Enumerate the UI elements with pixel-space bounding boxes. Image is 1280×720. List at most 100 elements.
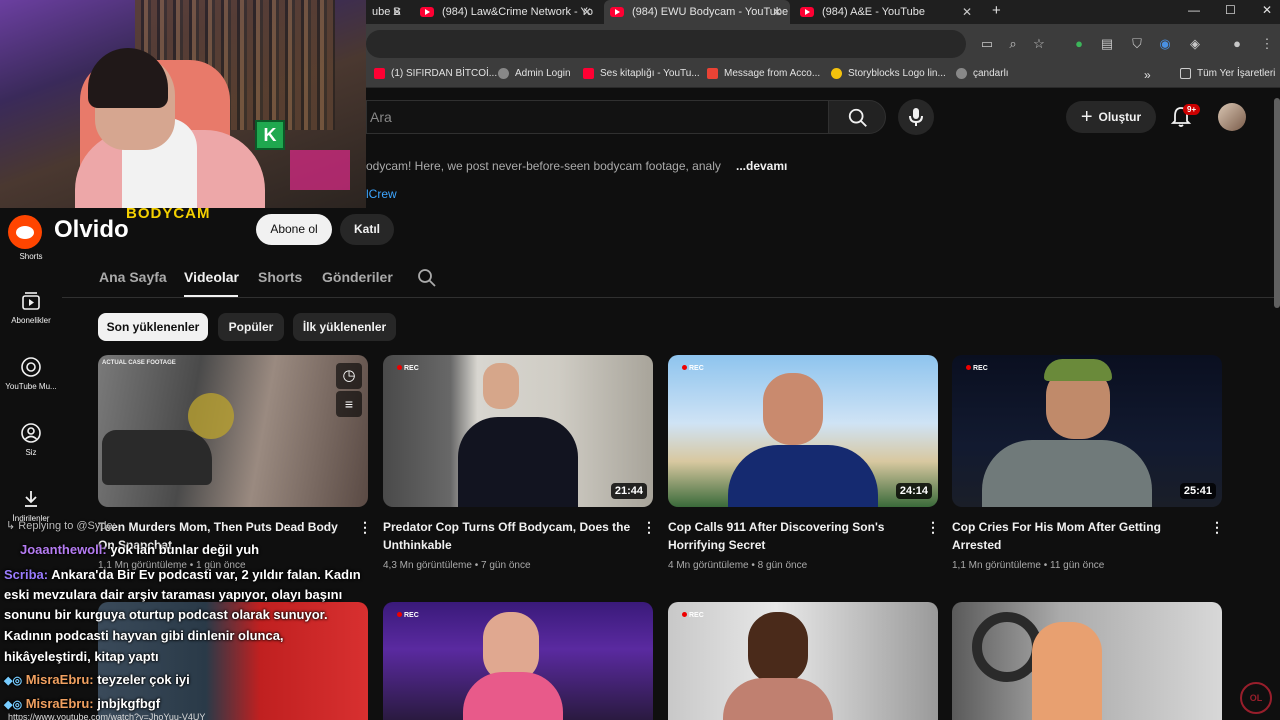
video-meta: 1,1 Mn görüntüleme • 11 gün önce bbox=[952, 560, 1105, 571]
video-thumbnail[interactable]: REC bbox=[383, 602, 653, 720]
video-title[interactable]: Cop Calls 911 After Discovering Son's Ho… bbox=[668, 518, 918, 554]
extension-icon[interactable]: ● bbox=[1072, 37, 1086, 51]
all-bookmarks-label: Tüm Yer İşaretleri bbox=[1197, 68, 1276, 79]
sidebar-item-you[interactable]: Siz bbox=[0, 422, 62, 457]
download-icon bbox=[25, 491, 37, 507]
browser-tab[interactable]: (984) Law&Crime Network - Yo ✕ bbox=[414, 0, 600, 24]
video-menu-icon[interactable]: ⋮ bbox=[642, 519, 656, 536]
video-menu-icon[interactable]: ⋮ bbox=[1210, 519, 1224, 536]
url-field[interactable] bbox=[366, 30, 966, 58]
avatar[interactable] bbox=[1218, 103, 1246, 131]
rec-label: REC bbox=[682, 612, 704, 619]
description-more-link[interactable]: ...devamı bbox=[736, 159, 787, 173]
browser-tab-active[interactable]: (984) EWU Bodycam - YouTube ✕ bbox=[604, 0, 790, 24]
video-thumbnail[interactable]: ACTUAL CASE FOOTAGE ◷ ≡ bbox=[98, 355, 368, 507]
scrollbar[interactable] bbox=[1274, 98, 1280, 308]
close-tab-icon[interactable]: ✕ bbox=[962, 5, 972, 19]
chat-message-cont: Kadının podcasti hayvan gibi dinlenir ol… bbox=[4, 626, 284, 646]
browser-tab[interactable]: (984) A&E - YouTube ✕ bbox=[794, 0, 980, 24]
bookmark-item[interactable]: Storyblocks Logo lin... bbox=[831, 68, 946, 79]
channel-link[interactable]: lCrew bbox=[366, 187, 397, 201]
cast-icon[interactable]: ▭ bbox=[980, 37, 994, 51]
sidebar-item-music[interactable]: YouTube Mu... bbox=[0, 356, 62, 391]
shield-icon[interactable]: ⛉ bbox=[1130, 37, 1144, 51]
maximize-icon[interactable]: ☐ bbox=[1225, 3, 1236, 17]
video-views: 4 Mn görüntüleme bbox=[668, 560, 749, 571]
chat-username: Joaanthewoll: bbox=[20, 542, 107, 557]
channel-search-icon[interactable] bbox=[417, 268, 437, 288]
woman-top bbox=[463, 672, 563, 720]
channel-description: odycam! Here, we post never-before-seen … bbox=[366, 159, 721, 173]
browser-tab[interactable]: ube Bodycam - YouTube ✕ bbox=[366, 0, 410, 24]
minimize-icon[interactable]: — bbox=[1188, 3, 1200, 17]
mic-icon bbox=[909, 108, 923, 126]
video-thumbnail[interactable]: REC bbox=[668, 602, 938, 720]
video-thumbnail[interactable] bbox=[952, 602, 1222, 720]
video-duration: 21:44 bbox=[610, 483, 647, 499]
watch-later-icon[interactable]: ◷ bbox=[336, 363, 362, 389]
sidebar-item-downloads[interactable]: İndirilenler bbox=[0, 488, 62, 523]
channel-logo: BODYCAM bbox=[126, 205, 211, 222]
tab-home[interactable]: Ana Sayfa bbox=[99, 269, 167, 285]
bookmark-label: çandarlı bbox=[973, 68, 1009, 79]
tab-posts[interactable]: Gönderiler bbox=[322, 269, 393, 285]
extension-icon[interactable]: ▤ bbox=[1100, 37, 1114, 51]
officer-body bbox=[458, 417, 578, 507]
tab-shorts[interactable]: Shorts bbox=[258, 269, 302, 285]
video-thumbnail[interactable]: REC 25:41 bbox=[952, 355, 1222, 507]
bookmark-item[interactable]: Message from Acco... bbox=[707, 68, 820, 79]
video-thumbnail[interactable]: REC 21:44 bbox=[383, 355, 653, 507]
tab-label: (984) EWU Bodycam - YouTube bbox=[632, 6, 789, 18]
rec-label: REC bbox=[682, 365, 704, 372]
join-button[interactable]: Katıl bbox=[340, 214, 394, 245]
streamer-name: Olvido bbox=[54, 216, 129, 243]
close-window-icon[interactable]: ✕ bbox=[1262, 3, 1272, 17]
sidebar-item-subscriptions[interactable]: Abonelikler bbox=[0, 290, 62, 325]
bookmark-item[interactable]: Admin Login bbox=[498, 68, 571, 79]
close-tab-icon[interactable]: ✕ bbox=[582, 5, 592, 19]
video-menu-icon[interactable]: ⋮ bbox=[358, 519, 372, 536]
light-decor bbox=[290, 150, 350, 190]
chat-message-cont: sonunu bir kurguya oturtup podcast olara… bbox=[4, 605, 328, 625]
search-input[interactable] bbox=[366, 100, 828, 134]
man-cap bbox=[1044, 359, 1112, 381]
chip-oldest[interactable]: İlk yüklenenler bbox=[293, 313, 396, 341]
subscribe-button[interactable]: Abone ol bbox=[256, 214, 332, 245]
sidebar-item-shorts[interactable]: Shorts bbox=[0, 252, 62, 261]
chip-latest[interactable]: Son yüklenenler bbox=[98, 313, 208, 341]
video-title[interactable]: Cop Cries For His Mom After Getting Arre… bbox=[952, 518, 1202, 554]
chat-text: yok lan bunlar değil yuh bbox=[110, 542, 260, 557]
search-placeholder: Ara bbox=[370, 109, 392, 125]
menu-icon[interactable]: ⋮ bbox=[1260, 37, 1274, 51]
create-label: Oluştur bbox=[1098, 110, 1142, 124]
profile-icon[interactable]: ● bbox=[1230, 37, 1244, 51]
bookmark-item[interactable]: (1) SIFIRDAN BİTCOİ... bbox=[374, 68, 497, 79]
woman-shape bbox=[1032, 622, 1102, 720]
puzzle-icon[interactable]: ◈ bbox=[1188, 37, 1202, 51]
video-menu-icon[interactable]: ⋮ bbox=[926, 519, 940, 536]
video-thumbnail[interactable]: REC 24:14 bbox=[668, 355, 938, 507]
bookmark-item[interactable]: Ses kitaplığı - YouTu... bbox=[583, 68, 700, 79]
tab-videos[interactable]: Videolar bbox=[184, 269, 239, 285]
tab-label: (984) Law&Crime Network - Yo bbox=[442, 6, 594, 18]
audio-icon[interactable]: ◉ bbox=[1158, 37, 1172, 51]
star-icon[interactable]: ☆ bbox=[1032, 37, 1046, 51]
chip-popular[interactable]: Popüler bbox=[218, 313, 284, 341]
voice-search-button[interactable] bbox=[898, 99, 934, 135]
create-button[interactable]: + Oluştur bbox=[1066, 101, 1156, 133]
video-duration: 24:14 bbox=[895, 483, 932, 499]
all-bookmarks[interactable]: Tüm Yer İşaretleri bbox=[1180, 68, 1275, 79]
close-tab-icon[interactable]: ✕ bbox=[392, 5, 402, 19]
add-to-queue-icon[interactable]: ≡ bbox=[336, 391, 362, 417]
search-button[interactable] bbox=[828, 100, 886, 134]
video-title[interactable]: Predator Cop Turns Off Bodycam, Does the… bbox=[383, 518, 633, 554]
new-tab-icon[interactable]: + bbox=[992, 2, 1001, 19]
reply-text: Replying to @Syde: bbox=[18, 520, 116, 532]
rec-label: REC bbox=[397, 612, 419, 619]
bookmark-item[interactable]: çandarlı bbox=[956, 68, 1009, 79]
more-bookmarks-icon[interactable]: » bbox=[1144, 68, 1151, 82]
bookmark-label: Ses kitaplığı - YouTu... bbox=[600, 68, 700, 79]
close-tab-icon[interactable]: ✕ bbox=[772, 5, 782, 19]
music-icon bbox=[21, 357, 41, 377]
zoom-icon[interactable]: ⌕ bbox=[1006, 37, 1020, 51]
